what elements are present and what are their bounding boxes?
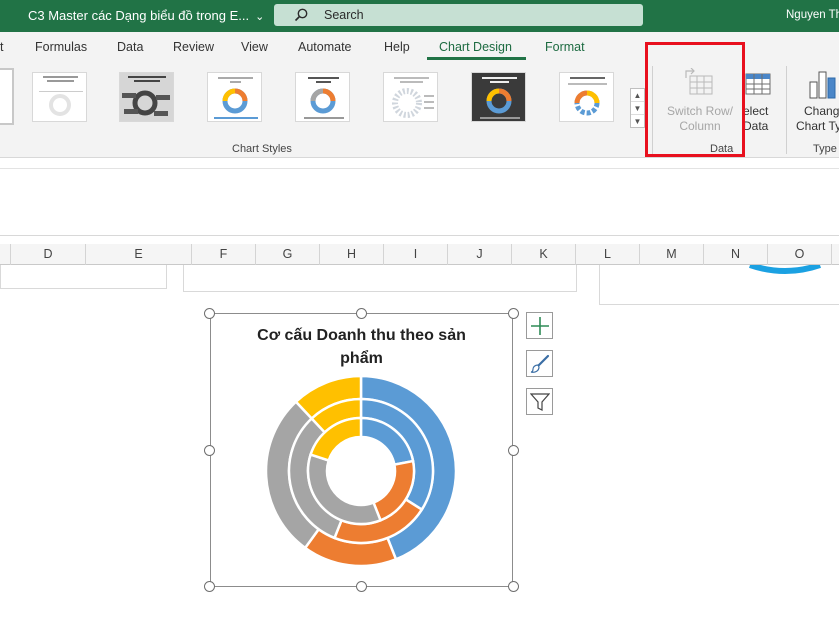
column-header-m[interactable]: M — [640, 244, 704, 265]
column-header-g[interactable]: G — [256, 244, 320, 265]
background-chart-left[interactable] — [0, 265, 167, 289]
chart-style-thumbnail-2[interactable] — [119, 72, 174, 122]
highlight-box — [645, 42, 745, 157]
select-data-button[interactable]: elect Data — [743, 104, 775, 134]
select-data-label-2: Data — [743, 119, 769, 133]
column-header-o[interactable]: O — [768, 244, 832, 265]
column-header-partial[interactable] — [0, 244, 11, 265]
background-chart-arc — [749, 265, 821, 274]
search-placeholder: Search — [324, 8, 364, 22]
tab-automate[interactable]: Automate — [298, 40, 352, 54]
select-data-label-1: elect — [743, 104, 769, 118]
document-title-text: C3 Master các Dạng biểu đồ trong E... — [28, 8, 250, 23]
chart-style-preview — [214, 77, 258, 119]
resize-handle-right[interactable] — [508, 445, 519, 456]
search-icon — [294, 8, 308, 22]
title-bar: C3 Master các Dạng biểu đồ trong E... ⌄ S… — [0, 0, 839, 32]
chevron-down-icon[interactable]: ▼ — [631, 102, 644, 115]
tab-format[interactable]: Format — [545, 40, 585, 54]
chevron-down-icon: ⌄ — [255, 11, 265, 23]
doughnut-plot[interactable] — [211, 314, 512, 586]
formula-area — [0, 168, 839, 236]
document-title[interactable]: C3 Master các Dạng biểu đồ trong E... ⌄ — [28, 8, 264, 23]
tab-view[interactable]: View — [241, 40, 268, 54]
chevron-up-icon[interactable]: ▲ — [631, 89, 644, 102]
chart-style-selected-partial[interactable] — [0, 68, 14, 125]
chart-style-preview — [392, 77, 434, 118]
change-chart-type-label-1: Chang — [804, 104, 839, 118]
chart-style-preview — [472, 73, 525, 121]
chart-style-thumbnail-4[interactable] — [295, 72, 350, 122]
chart-style-thumbnail-1[interactable] — [32, 72, 87, 122]
change-chart-type-label-2: Chart Ty — [796, 119, 839, 133]
chart-styles-button[interactable] — [526, 350, 553, 377]
resize-handle-bottom-right[interactable] — [508, 581, 519, 592]
group-divider — [786, 66, 787, 154]
chart-style-thumbnail-5[interactable] — [383, 72, 438, 122]
column-headers: D E F G H I J K L M N O — [0, 244, 839, 265]
chart-elements-button[interactable] — [526, 312, 553, 339]
tab-review[interactable]: Review — [173, 40, 214, 54]
select-data-icon[interactable] — [745, 72, 773, 98]
chart-style-preview — [568, 77, 607, 116]
resize-handle-top-left[interactable] — [204, 308, 215, 319]
chart-styles-scroll[interactable]: ▲ ▼ ▼ — [630, 88, 645, 128]
column-header-e[interactable]: E — [86, 244, 192, 265]
group-label-chart-styles: Chart Styles — [232, 143, 292, 155]
chart-style-preview — [304, 77, 344, 119]
chart-style-thumbnail-3[interactable] — [207, 72, 262, 122]
background-chart-right[interactable] — [599, 265, 839, 305]
chart-filters-button[interactable] — [526, 388, 553, 415]
resize-handle-bottom-left[interactable] — [204, 581, 215, 592]
change-chart-type-button[interactable]: Chang Chart Ty — [796, 104, 839, 134]
tab-insert-partial[interactable]: t — [0, 40, 3, 54]
plus-icon — [531, 317, 549, 335]
chart-style-preview — [39, 76, 83, 116]
column-header-l[interactable]: L — [576, 244, 640, 265]
search-box[interactable]: Search — [274, 4, 643, 26]
column-header-n[interactable]: N — [704, 244, 768, 265]
chart-area[interactable]: Cơ cấu Doanh thu theo sản phẩm — [210, 313, 513, 587]
tab-chart-design[interactable]: Chart Design — [439, 40, 512, 54]
column-header-f[interactable]: F — [192, 244, 256, 265]
column-header-d[interactable]: D — [11, 244, 86, 265]
tab-formulas[interactable]: Formulas — [35, 40, 87, 54]
chart-style-thumbnail-7[interactable] — [559, 72, 614, 122]
resize-handle-top[interactable] — [356, 308, 367, 319]
column-header-j[interactable]: J — [448, 244, 512, 265]
resize-handle-top-right[interactable] — [508, 308, 519, 319]
user-name[interactable]: Nguyen Th — [786, 9, 839, 21]
paintbrush-icon — [530, 354, 550, 373]
filter-icon — [530, 393, 550, 411]
more-styles-icon[interactable]: ▼ — [631, 115, 644, 128]
resize-handle-bottom[interactable] — [356, 581, 367, 592]
tab-data[interactable]: Data — [117, 40, 143, 54]
resize-handle-left[interactable] — [204, 445, 215, 456]
chart-style-preview — [120, 73, 173, 121]
column-header-h[interactable]: H — [320, 244, 384, 265]
column-header-i[interactable]: I — [384, 244, 448, 265]
background-chart-middle[interactable] — [183, 265, 577, 292]
column-header-k[interactable]: K — [512, 244, 576, 265]
tab-help[interactable]: Help — [384, 40, 410, 54]
group-label-type: Type — [813, 143, 837, 155]
chart-style-thumbnail-6[interactable] — [471, 72, 526, 122]
change-chart-type-icon[interactable] — [808, 68, 839, 100]
